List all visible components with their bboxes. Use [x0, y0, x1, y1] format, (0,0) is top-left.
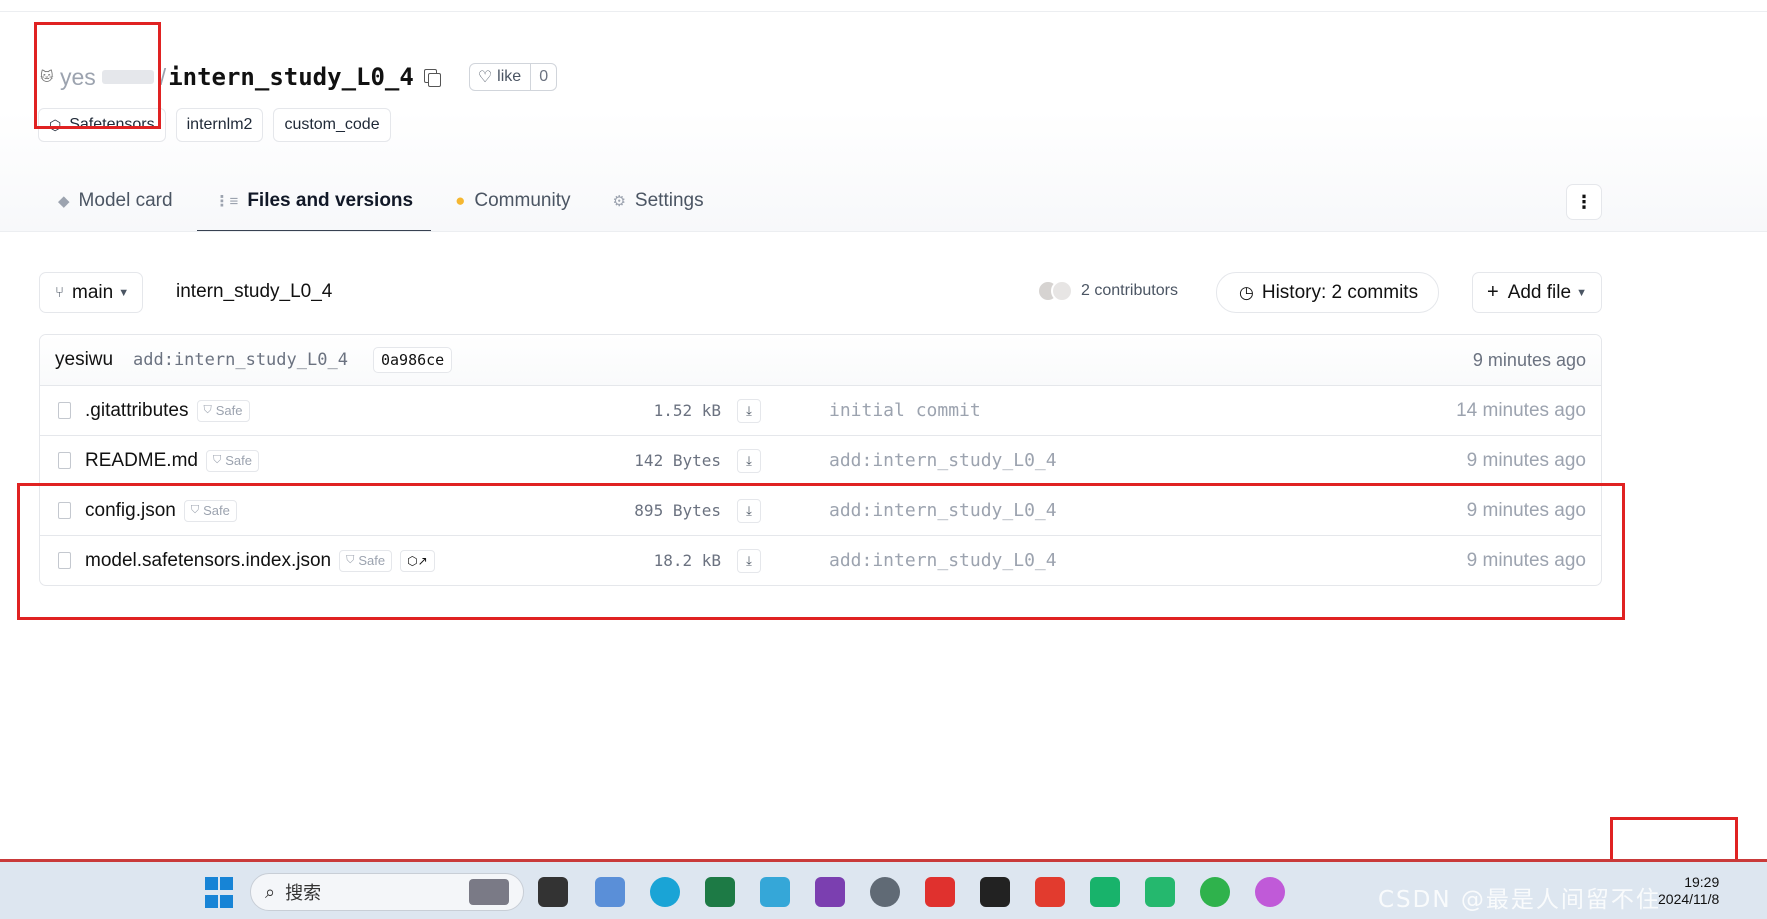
shield-icon: ⛉: [203, 404, 212, 416]
tab-community[interactable]: ● Community: [437, 180, 588, 232]
safe-badge[interactable]: ⛉ Safe: [196, 399, 250, 422]
annotation-box-owner: [34, 22, 161, 129]
history-button[interactable]: ◷ History: 2 commits: [1216, 272, 1440, 313]
wechat-icon[interactable]: [1200, 875, 1230, 909]
file-size: 1.52 kB: [653, 401, 721, 420]
file-size: 142 Bytes: [634, 451, 721, 470]
search-highlight-image: [469, 879, 509, 905]
like-label: like: [497, 68, 522, 85]
table-row: .gitattributes ⛉ Safe 1.52 kB ⤓ initial c…: [40, 385, 1601, 435]
tab-model-card[interactable]: ◆ Model card: [40, 180, 191, 232]
commit-sha[interactable]: 0a986ce: [373, 347, 453, 373]
file-icon: [58, 402, 71, 419]
windows-taskbar: ⌕ 搜索 CSDN @最是人间留不住 19:29 2024/11/8: [0, 859, 1767, 919]
tabs-divider: [0, 231, 1767, 232]
clock-date: 2024/11/8: [1658, 891, 1720, 907]
breadcrumb[interactable]: intern_study_L0_4: [176, 281, 332, 303]
taskbar-search[interactable]: ⌕ 搜索: [250, 873, 524, 911]
clock-icon: ◷: [1239, 282, 1254, 302]
download-icon: ⤓: [746, 402, 752, 418]
tag-internlm2[interactable]: internlm2: [175, 108, 264, 142]
avatar: [1051, 280, 1073, 302]
onenote-icon[interactable]: [815, 875, 845, 909]
commit-message[interactable]: add:intern_study_L0_4: [133, 350, 348, 370]
gear-icon: ⚙: [612, 193, 626, 210]
community-icon: ●: [455, 191, 466, 210]
chevron-down-icon: ▼: [1576, 286, 1587, 299]
copy-icon[interactable]: [423, 68, 441, 87]
tag-label: custom_code: [284, 116, 380, 133]
file-commit-message[interactable]: initial commit: [829, 400, 981, 421]
kebab-icon: ⋮: [1575, 191, 1593, 212]
settings-gear-icon[interactable]: [870, 875, 900, 909]
wps-icon[interactable]: [1035, 875, 1065, 909]
download-button[interactable]: ⤓: [737, 398, 761, 423]
safe-badge[interactable]: ⛉ Safe: [205, 449, 259, 472]
chevron-down-icon: ▼: [118, 286, 130, 299]
tab-label: Settings: [634, 190, 704, 211]
shield-icon: ⛉: [212, 454, 222, 466]
plus-icon: +: [1487, 281, 1499, 303]
tab-settings[interactable]: ⚙ Settings: [594, 180, 721, 232]
app-icon-cat[interactable]: [1255, 875, 1285, 909]
branch-selector[interactable]: ⑂ main ▼: [39, 272, 144, 313]
safe-label: Safe: [215, 403, 243, 418]
add-file-label: Add file: [1507, 281, 1572, 303]
files-icon: ⋮≡: [214, 193, 239, 210]
commit-author[interactable]: yesiwu: [55, 349, 113, 371]
app-icon-remote[interactable]: [1145, 875, 1175, 909]
file-name-cell: README.md ⛉ Safe: [85, 449, 259, 472]
history-label: History: 2 commits: [1261, 281, 1419, 303]
last-commit-row: yesiwu add:intern_study_L0_4 0a986ce 9 m…: [40, 335, 1601, 385]
file-link[interactable]: README.md: [85, 450, 198, 472]
contributor-avatars: [1037, 280, 1075, 302]
youdao-icon[interactable]: [925, 875, 955, 909]
more-options-button[interactable]: ⋮: [1566, 184, 1602, 220]
search-placeholder: 搜索: [285, 883, 322, 903]
tag-label: internlm2: [186, 116, 253, 133]
tag-custom-code[interactable]: custom_code: [273, 108, 391, 142]
safe-label: Safe: [225, 453, 252, 468]
app-icon-bilibili[interactable]: [760, 875, 790, 909]
contributors-link[interactable]: 2 contributors: [1037, 280, 1178, 302]
file-time: 14 minutes ago: [1456, 399, 1586, 421]
file-time: 9 minutes ago: [1466, 449, 1586, 471]
heart-icon: ♡: [477, 69, 493, 86]
like-button[interactable]: ♡ like 0: [468, 63, 558, 91]
system-clock[interactable]: 19:29 2024/11/8: [1658, 874, 1719, 908]
add-file-button[interactable]: + Add file ▼: [1472, 272, 1602, 313]
annotation-box-files: [17, 483, 1625, 620]
like-count: 0: [530, 64, 556, 90]
excel-icon[interactable]: [705, 875, 735, 909]
download-button[interactable]: ⤓: [737, 448, 761, 473]
branch-icon: ⑂: [55, 284, 65, 301]
branch-name: main: [72, 281, 114, 303]
start-button[interactable]: [204, 875, 234, 909]
tab-label: Files and versions: [247, 190, 414, 211]
clock-time: 19:29: [1684, 874, 1720, 890]
watermark-text: CSDN @最是人间留不住: [1378, 887, 1661, 913]
download-icon: ⤓: [746, 452, 752, 468]
file-link[interactable]: .gitattributes: [85, 400, 189, 422]
file-commit-message[interactable]: add:intern_study_L0_4: [829, 450, 1057, 471]
repo-name-link[interactable]: intern_study_L0_4: [168, 63, 414, 91]
contributors-label: 2 contributors: [1081, 282, 1178, 299]
file-name-cell: .gitattributes ⛉ Safe: [85, 399, 250, 422]
app-icon-green[interactable]: [1090, 875, 1120, 909]
tab-label: Community: [474, 190, 571, 211]
commit-time: 9 minutes ago: [1472, 349, 1586, 370]
file-icon: [58, 452, 71, 469]
task-view-icon[interactable]: [538, 875, 568, 909]
search-icon: ⌕: [265, 881, 276, 902]
cube-icon: ◆: [58, 193, 70, 210]
app-icon-paint[interactable]: [595, 875, 625, 909]
repo-tabs: ◆ Model card ⋮≡ Files and versions ● Commun…: [40, 180, 728, 232]
tab-files-and-versions[interactable]: ⋮≡ Files and versions: [196, 180, 432, 232]
tab-label: Model card: [78, 190, 173, 211]
edge-browser-icon[interactable]: [650, 875, 680, 909]
table-row: README.md ⛉ Safe 142 Bytes ⤓ add:intern_s…: [40, 435, 1601, 485]
app-icon-cube[interactable]: [980, 875, 1010, 909]
